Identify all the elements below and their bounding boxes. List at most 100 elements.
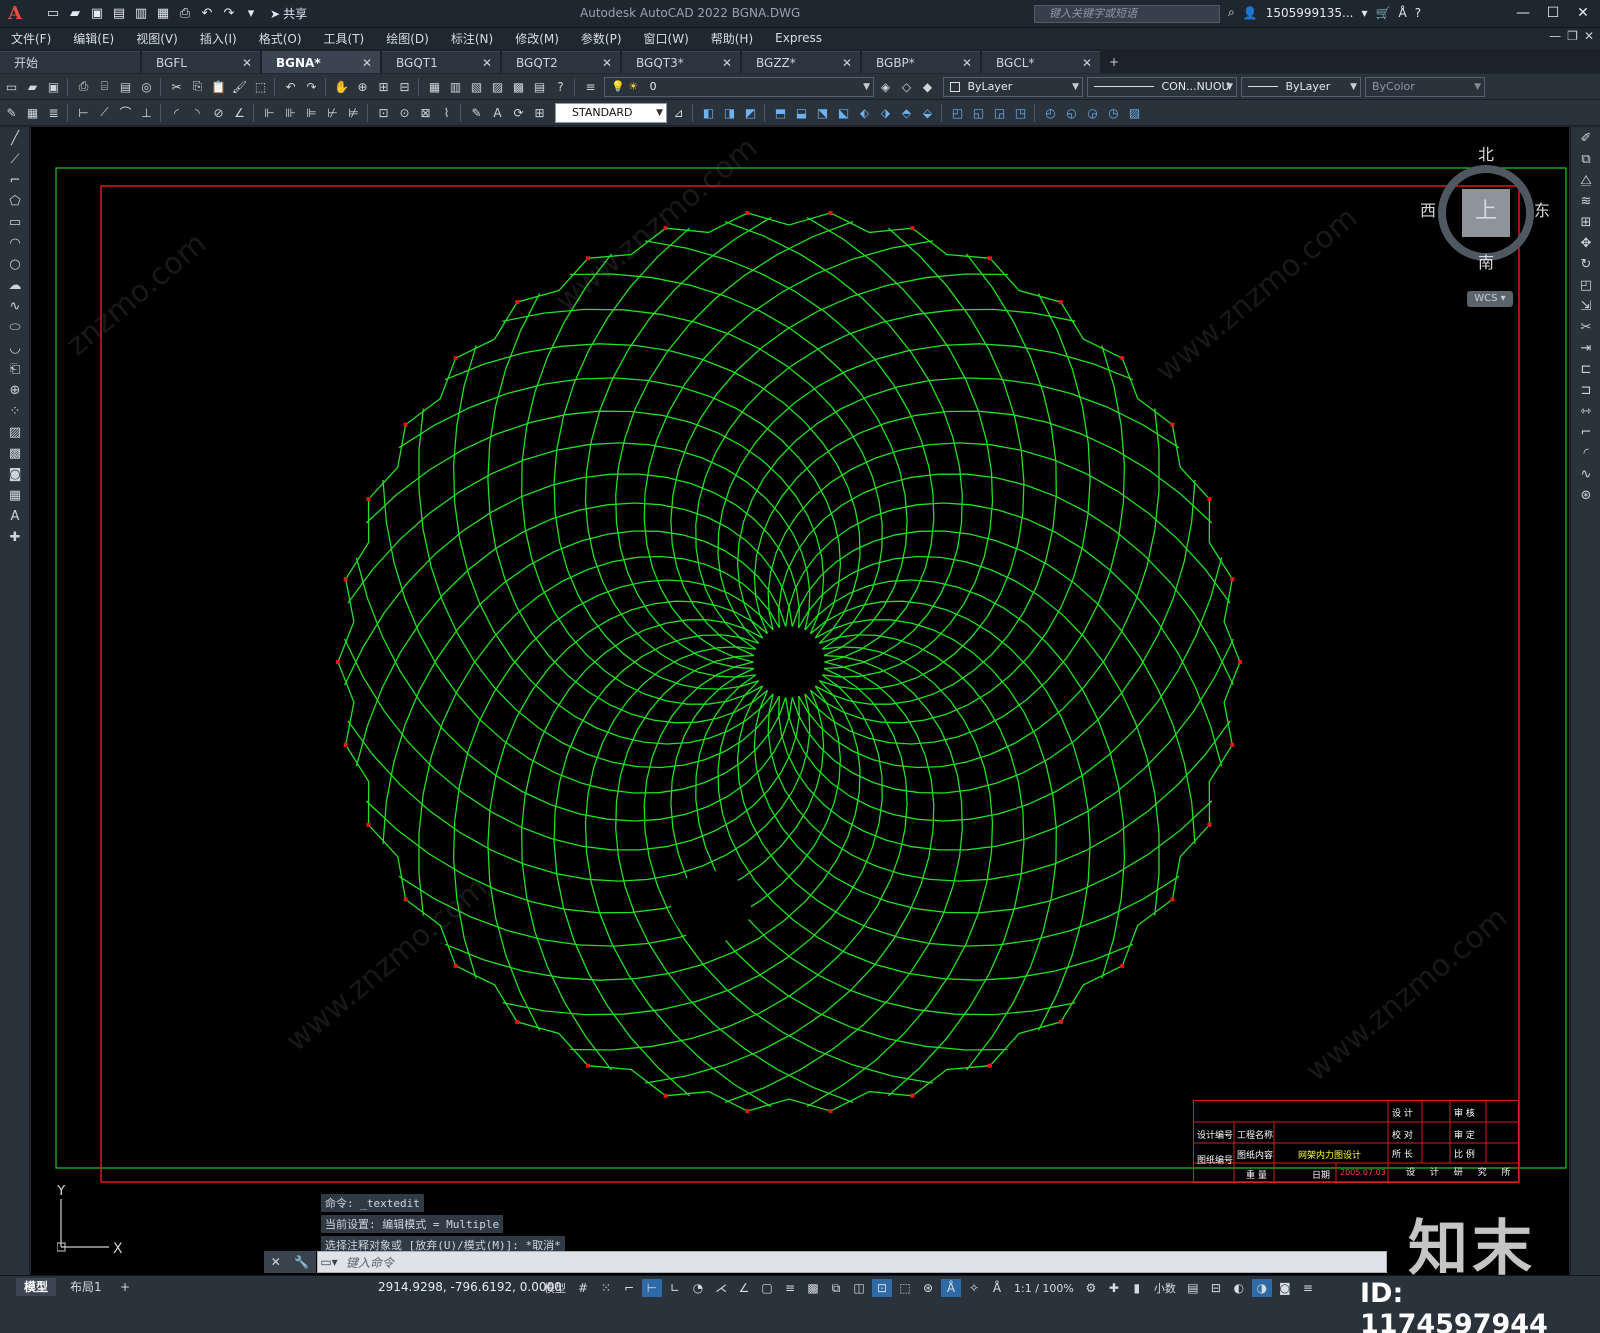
menu-format[interactable]: 格式(O) [248,30,313,47]
layer-states-icon[interactable]: ◆ [918,77,937,96]
layer-select[interactable]: 💡 ☀ 0 ▼ [604,76,874,97]
aligned-dim-icon[interactable]: ⟋ [95,103,114,122]
cart-icon[interactable]: 🛒 [1376,6,1391,20]
spline-icon[interactable]: ∿ [4,297,26,316]
linear-dim-icon[interactable]: ⊢ [74,103,93,122]
stretch-icon[interactable]: ⇲ [1575,297,1597,316]
dynamic-ucs-icon[interactable]: ⊡ [872,1279,892,1297]
gear-icon[interactable]: ⚙ [1081,1279,1101,1297]
model-space-button[interactable]: 模型 [540,1280,570,1296]
line-icon[interactable]: ╱ [4,129,26,148]
sheet-set-icon[interactable]: ▨ [488,77,507,96]
snap-icon[interactable]: ⁙ [596,1279,616,1297]
menu-view[interactable]: 视图(V) [125,30,189,47]
new-icon[interactable]: ▭ [44,5,62,23]
linetype-select[interactable]: CON...NUOU ▼ [1087,76,1237,97]
subtract-icon[interactable]: ⬘ [897,103,916,122]
union-icon[interactable]: ⬗ [876,103,895,122]
quick-properties-icon[interactable]: ▤ [1183,1279,1203,1297]
customization-icon[interactable]: ≡ [1298,1279,1318,1297]
dim-text-edit-icon[interactable]: A [488,103,507,122]
close-icon[interactable]: ✕ [842,52,852,74]
isometric-icon[interactable]: ⋌ [711,1279,731,1297]
menu-parametric[interactable]: 参数(P) [570,30,633,47]
wrench-icon[interactable]: 🔧 [294,1255,309,1269]
tab-bgfl[interactable]: BGFL ✕ [142,51,260,73]
box-icon[interactable]: ◧ [699,103,718,122]
viewcube-top-face[interactable]: 上 [1462,189,1510,237]
3d-mirror-icon[interactable]: ◷ [1104,103,1123,122]
sweep-icon[interactable]: ⬔ [813,103,832,122]
arc-length-icon[interactable]: ⌒ [116,103,135,122]
doc-minimize-icon[interactable]: — [1549,29,1561,43]
publish-icon[interactable]: ▤ [116,77,135,96]
erase-icon[interactable]: ✐ [1575,129,1597,148]
open-icon[interactable]: ▰ [66,5,84,23]
chamfer-icon[interactable]: ⌐ [1575,423,1597,442]
menu-draw[interactable]: 绘图(D) [375,30,440,47]
array-icon[interactable]: ⊞ [1575,213,1597,232]
3d-osnap-icon[interactable]: ◫ [849,1279,869,1297]
polar-icon[interactable]: ◔ [688,1279,708,1297]
lineweight-icon[interactable]: ≡ [780,1279,800,1297]
fillet-icon[interactable]: ◜ [1575,444,1597,463]
infer-icon[interactable]: ⌐ [619,1279,639,1297]
compass-south[interactable]: 南 [1478,249,1494,273]
annotation-visibility-icon[interactable]: Å [941,1279,961,1297]
close-icon[interactable]: ✕ [962,52,972,74]
extend-icon[interactable]: ⇥ [1575,339,1597,358]
tab-bgqt1[interactable]: BGQT1 ✕ [382,51,500,73]
close-icon[interactable]: ✕ [1570,2,1596,24]
cut-icon[interactable]: ✂ [167,77,186,96]
angular-dim-icon[interactable]: ∠ [230,103,249,122]
menu-tools[interactable]: 工具(T) [313,30,376,47]
arc-icon[interactable]: ◠ [4,234,26,253]
scale-icon[interactable]: ◰ [1575,276,1597,295]
copy-icon[interactable]: ⧉ [1575,150,1597,169]
thicken-icon[interactable]: ◳ [1011,103,1030,122]
table-icon[interactable]: ▦ [4,486,26,505]
annotation-scale-icon[interactable]: Å [987,1279,1007,1297]
center-mark-icon[interactable]: ⊙ [395,103,414,122]
lineweight-select[interactable]: ByLayer ▼ [1241,76,1361,97]
layer-properties-icon[interactable]: ≡ [581,77,600,96]
pan-icon[interactable]: ✋ [332,77,351,96]
maximize-icon[interactable]: ☐ [1540,2,1566,24]
properties-icon[interactable]: ▦ [425,77,444,96]
print-icon[interactable]: ⎙ [176,5,194,23]
add-layout-button[interactable]: + [112,1278,138,1296]
offset-icon[interactable]: ≋ [1575,192,1597,211]
mtext-icon[interactable]: A [4,507,26,526]
paste-icon[interactable]: 📋 [209,77,228,96]
make-current-icon[interactable]: ◈ [876,77,895,96]
layer-previous-icon[interactable]: ◇ [897,77,916,96]
search-icon[interactable]: ⌕ [1228,5,1235,20]
open-icon[interactable]: ▰ [23,77,42,96]
units-icon[interactable]: ▮ [1127,1279,1147,1297]
new-icon[interactable]: ▭ [2,77,21,96]
plus-icon[interactable]: ✚ [1104,1279,1124,1297]
close-icon[interactable]: ✕ [482,52,492,74]
auto-scale-icon[interactable]: ✧ [964,1279,984,1297]
menu-modify[interactable]: 修改(M) [504,30,570,47]
interfere-icon[interactable]: ◲ [990,103,1009,122]
diameter-dim-icon[interactable]: ⊘ [209,103,228,122]
autodesk-account-icon[interactable]: Å [1398,6,1406,20]
tab-bgqt2[interactable]: BGQT2 ✕ [502,51,620,73]
insert-block-icon[interactable]: ⎗ [4,360,26,379]
ortho-icon[interactable]: ∟ [665,1279,685,1297]
break-at-point-icon[interactable]: ⊏ [1575,360,1597,379]
ellipse-icon[interactable]: ⬭ [4,318,26,337]
ellipse-arc-icon[interactable]: ◡ [4,339,26,358]
dynamic-input-icon[interactable]: ⊢ [642,1279,662,1297]
zoom-window-icon[interactable]: ⊞ [374,77,393,96]
clean-screen-icon[interactable]: ◙ [1275,1279,1295,1297]
print-preview-icon[interactable]: ⌸ [95,77,114,96]
share-button[interactable]: ➤ 共享 [270,5,307,22]
dropdown-icon[interactable]: ▾ [242,5,260,23]
redo-icon[interactable]: ↷ [220,5,238,23]
dim-edit-icon[interactable]: ✎ [467,103,486,122]
edit-icon[interactable]: ✎ [2,103,21,122]
tab-bgbp[interactable]: BGBP* ✕ [862,51,980,73]
user-name[interactable]: 1505999135... [1266,6,1354,20]
